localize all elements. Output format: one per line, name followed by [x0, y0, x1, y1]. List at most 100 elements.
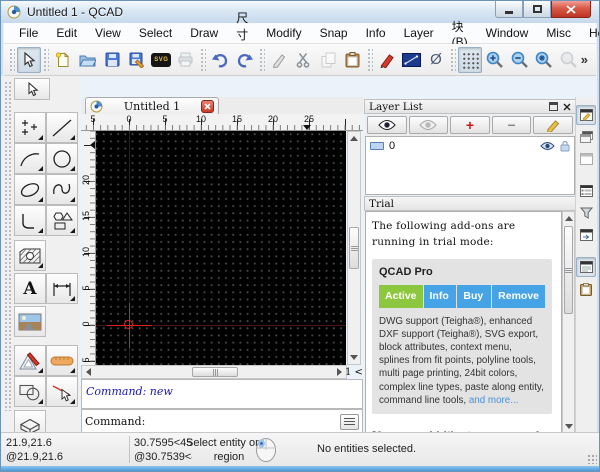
- spline-tool[interactable]: [46, 174, 78, 205]
- resize-grip[interactable]: [587, 454, 597, 464]
- hide-all-layers-button[interactable]: [408, 116, 449, 134]
- menu-view[interactable]: View: [86, 24, 130, 42]
- erase-button[interactable]: [267, 47, 292, 73]
- layer-visible-eye-icon[interactable]: [540, 141, 555, 151]
- layer-row[interactable]: 0: [366, 137, 574, 154]
- menu-select[interactable]: Select: [130, 24, 181, 42]
- svg-export-button[interactable]: SVG: [149, 47, 174, 73]
- measure-tool[interactable]: [46, 345, 78, 376]
- menu-snap[interactable]: Snap: [311, 24, 357, 42]
- save-button[interactable]: [100, 47, 125, 73]
- menu-help[interactable]: Help: [580, 24, 599, 42]
- cut-button[interactable]: [291, 47, 316, 73]
- polyline-tool[interactable]: [14, 205, 46, 236]
- toolbar-drag-handle[interactable]: [450, 47, 456, 72]
- add-layer-button[interactable]: +: [450, 116, 490, 134]
- scroll-down-icon[interactable]: [565, 424, 573, 429]
- points-tool[interactable]: [14, 112, 46, 143]
- menu-layer[interactable]: Layer: [395, 24, 443, 42]
- close-panel-icon[interactable]: [563, 103, 571, 111]
- toggle-property-editor-button[interactable]: [576, 105, 596, 125]
- menu-info[interactable]: Info: [357, 24, 395, 42]
- scroll-left-icon[interactable]: [86, 368, 91, 376]
- open-file-button[interactable]: [75, 47, 100, 73]
- property-editor-button[interactable]: [375, 47, 400, 73]
- toggle-blank-panel-button[interactable]: [576, 149, 596, 169]
- vertical-scrollbar[interactable]: [347, 131, 361, 365]
- arc-tool[interactable]: [14, 143, 46, 174]
- command-options-button[interactable]: [340, 413, 359, 430]
- remove-layer-button[interactable]: −: [491, 116, 532, 134]
- toolbar-drag-handle[interactable]: [9, 47, 15, 72]
- scrollbar-thumb[interactable]: [192, 367, 238, 377]
- toolbar-drag-handle[interactable]: [366, 47, 373, 72]
- addon-info-button[interactable]: Info: [423, 284, 457, 308]
- addon-buy-button[interactable]: Buy: [457, 284, 492, 308]
- toggle-list-panel-button[interactable]: [576, 181, 596, 201]
- toggle-clipboard-panel-button[interactable]: [576, 279, 596, 299]
- maximize-button[interactable]: [523, 1, 551, 18]
- show-all-layers-button[interactable]: [367, 116, 407, 134]
- toggle-command-panel-button[interactable]: [576, 225, 596, 245]
- scroll-up-icon[interactable]: [565, 216, 573, 221]
- scrollbar-thumb[interactable]: [564, 226, 573, 314]
- image-tool[interactable]: [14, 306, 46, 337]
- zoom-previous-button[interactable]: [556, 47, 581, 73]
- and-more-link[interactable]: and more...: [469, 395, 519, 406]
- zoom-out-button[interactable]: [507, 47, 532, 73]
- trial-scrollbar[interactable]: [562, 211, 575, 434]
- toolbar-drag-handle[interactable]: [200, 47, 206, 72]
- pointer-button[interactable]: [16, 46, 42, 73]
- menu-file[interactable]: File: [10, 24, 47, 42]
- edit-layer-button[interactable]: [533, 116, 573, 134]
- toolbar-drag-handle[interactable]: [258, 47, 265, 72]
- divide-tool[interactable]: [46, 376, 78, 407]
- tab-untitled-1[interactable]: Untitled 1: [85, 97, 219, 114]
- edit-shapes-tool[interactable]: [14, 376, 46, 407]
- drawing-preferences-button[interactable]: [399, 47, 424, 73]
- new-file-button[interactable]: [51, 47, 76, 73]
- dimension-tool[interactable]: [46, 273, 78, 304]
- menu-draw[interactable]: Draw: [181, 24, 227, 42]
- diameter-button[interactable]: Ø: [424, 47, 449, 73]
- scrollbar-thumb[interactable]: [349, 227, 359, 269]
- menu-modify[interactable]: Modify: [257, 24, 310, 42]
- undo-button[interactable]: [208, 47, 233, 73]
- toolbar-overflow-button[interactable]: »: [581, 52, 588, 67]
- horizontal-scrollbar[interactable]: [81, 365, 347, 379]
- drawing-canvas[interactable]: [96, 131, 346, 365]
- close-button[interactable]: [551, 1, 591, 18]
- palette-drag-handle[interactable]: [4, 81, 11, 411]
- addon-remove-button[interactable]: Remove: [492, 284, 545, 308]
- hatch-tool[interactable]: [14, 240, 46, 271]
- float-panel-icon[interactable]: [549, 102, 558, 111]
- zoom-in-button[interactable]: [482, 47, 507, 73]
- titlebar[interactable]: Untitled 1 - QCAD: [1, 1, 599, 23]
- menu-edit[interactable]: Edit: [47, 24, 86, 42]
- menu-window[interactable]: Window: [477, 24, 538, 42]
- layer-lock-icon[interactable]: [560, 140, 570, 152]
- selection-pointer-button[interactable]: [14, 78, 50, 100]
- save-as-button[interactable]: [125, 47, 150, 73]
- command-history[interactable]: Command: new: [81, 379, 363, 409]
- trial-titlebar[interactable]: Trial: [364, 196, 576, 211]
- tab-close-button[interactable]: [201, 99, 214, 113]
- menu-misc[interactable]: Misc: [537, 24, 580, 42]
- redo-button[interactable]: [232, 47, 257, 73]
- auto-zoom-button[interactable]: [532, 47, 557, 73]
- shape-tool[interactable]: [46, 205, 78, 236]
- toggle-selection-filter-button[interactable]: [576, 203, 596, 223]
- scroll-down-icon[interactable]: [350, 355, 358, 360]
- ellipse-tool[interactable]: [14, 174, 46, 205]
- modify-tool[interactable]: [14, 345, 46, 376]
- copy-button[interactable]: [316, 47, 341, 73]
- scroll-up-icon[interactable]: [350, 136, 358, 141]
- command-input[interactable]: [145, 412, 340, 431]
- toggle-layer-panel-button[interactable]: [576, 257, 596, 277]
- minimize-button[interactable]: [495, 1, 523, 18]
- toolbar-drag-handle[interactable]: [43, 47, 49, 72]
- circle-tool[interactable]: [46, 143, 78, 174]
- line-tool[interactable]: [46, 112, 78, 143]
- text-tool[interactable]: A: [14, 273, 46, 304]
- grid-toggle-button[interactable]: [457, 46, 483, 73]
